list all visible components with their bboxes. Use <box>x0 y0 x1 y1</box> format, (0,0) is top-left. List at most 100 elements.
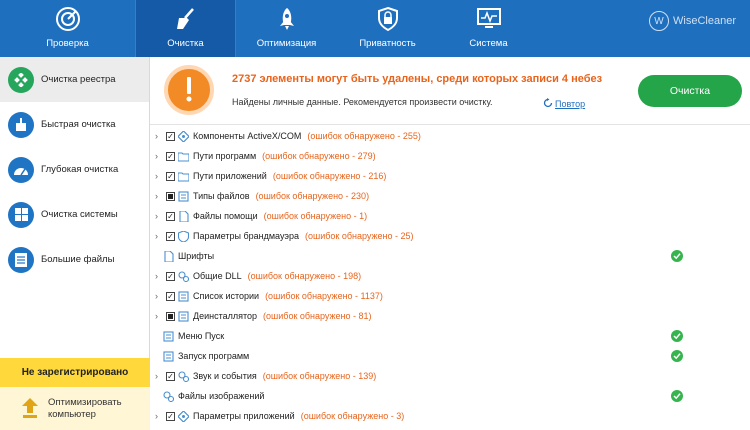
brand-letter: W <box>649 11 670 31</box>
sidebar-item-label: Очистка реестра <box>41 74 116 85</box>
repeat-link[interactable]: Повтор <box>543 98 585 110</box>
tab-optimize[interactable]: Оптимизация <box>236 0 337 57</box>
item-name: Компоненты ActiveX/COM <box>193 131 302 141</box>
item-error-count: (ошибок обнаружено - 216) <box>272 171 387 181</box>
item-name: Общие DLL <box>193 271 242 281</box>
tab-optimize-label: Оптимизация <box>256 38 317 49</box>
tab-scan-label: Проверка <box>46 38 89 49</box>
check-circle-icon <box>671 330 683 342</box>
repeat-label: Повтор <box>555 99 586 109</box>
tab-scan[interactable]: Проверка <box>0 0 135 57</box>
item-error-count: (ошибок обнаружено - 81) <box>263 311 372 321</box>
optimize-line2: компьютер <box>48 408 96 420</box>
item-name: Список истории <box>193 291 260 301</box>
item-name: Деинсталлятор <box>193 311 258 321</box>
sidebar-item-system-clean[interactable]: Очистка системы <box>0 192 149 237</box>
upload-arrow-icon <box>22 397 38 420</box>
optimize-computer-button[interactable]: Оптимизировать компьютер <box>0 387 150 430</box>
item-checkbox[interactable] <box>166 311 175 321</box>
list-item[interactable]: › ✓ Файлы помощи (ошибок обнаружено - 1) <box>150 206 750 226</box>
item-name: Меню Пуск <box>178 331 225 341</box>
list-item[interactable]: › ✓ Пути программ (ошибок обнаружено - 279) <box>150 146 750 166</box>
chevron-right-icon[interactable]: › <box>155 371 165 381</box>
item-error-count: (ошибок обнаружено - 1137) <box>265 291 383 301</box>
item-checkbox[interactable]: ✓ <box>166 231 175 241</box>
chevron-right-icon[interactable]: › <box>155 411 165 421</box>
tab-clean[interactable]: Очистка <box>135 0 236 57</box>
item-checkbox[interactable]: ✓ <box>166 291 175 301</box>
chevron-right-icon[interactable]: › <box>155 231 165 241</box>
list-item[interactable]: Запуск программ <box>150 346 750 366</box>
list-item[interactable]: › ✓ Звук и события (ошибок обнаружено - 139… <box>150 366 750 386</box>
item-checkbox[interactable]: ✓ <box>166 171 175 181</box>
chevron-right-icon[interactable]: › <box>155 171 165 181</box>
alert-subtitle: Найдены личные данные. Рекомендуется про… <box>232 97 493 107</box>
chevron-right-icon[interactable]: › <box>155 211 165 221</box>
list-item[interactable]: › ✓ Список истории (ошибок обнаружено - 113… <box>150 286 750 306</box>
list-item[interactable]: Меню Пуск <box>150 326 750 346</box>
list-item[interactable]: Файлы изображений <box>150 386 750 406</box>
tab-system[interactable]: Система <box>438 0 539 57</box>
item-checkbox[interactable]: ✓ <box>166 151 175 161</box>
check-circle-icon <box>671 250 683 262</box>
item-checkbox[interactable]: ✓ <box>166 211 175 221</box>
sidebar-item-registry[interactable]: Очистка реестра <box>0 57 149 102</box>
sidebar-item-label: Очистка системы <box>41 209 118 220</box>
quick-clean-icon <box>8 111 34 138</box>
refresh-icon <box>543 98 553 110</box>
image-file-icon <box>163 390 174 402</box>
files-icon <box>8 246 34 273</box>
sidebar-item-deep-clean[interactable]: Глубокая очистка <box>0 147 149 192</box>
list-item[interactable]: › ✓ Параметры приложений (ошибок обнаружено… <box>150 406 750 426</box>
app-settings-icon <box>178 410 189 422</box>
check-circle-icon <box>671 350 683 362</box>
chevron-right-icon[interactable]: › <box>155 191 165 201</box>
registry-category-list: › ✓ Компоненты ActiveX/COM (ошибок обнаруже… <box>150 126 750 430</box>
chevron-right-icon[interactable]: › <box>155 151 165 161</box>
sidebar: Очистка реестра Быстрая очистка Глубокая… <box>0 57 150 430</box>
optimize-line1: Оптимизировать <box>48 396 122 408</box>
check-circle-icon <box>671 390 683 402</box>
clean-button[interactable]: Очистка <box>638 75 742 107</box>
item-name: Параметры брандмауэра <box>193 231 299 241</box>
sidebar-item-large-files[interactable]: Большие файлы <box>0 237 149 282</box>
item-name: Шрифты <box>178 251 215 261</box>
uninstaller-icon <box>178 310 189 322</box>
scan-result-panel: 2737 элементы могут быть удалены, среди … <box>150 57 750 125</box>
list-item[interactable]: › ✓ Общие DLL (ошибок обнаружено - 198) <box>150 266 750 286</box>
unregistered-banner[interactable]: Не зарегистрировано <box>0 358 150 387</box>
list-item[interactable]: › ✓ Компоненты ActiveX/COM (ошибок обнаруже… <box>150 126 750 146</box>
sidebar-item-quick-clean[interactable]: Быстрая очистка <box>0 102 149 147</box>
item-checkbox[interactable]: ✓ <box>166 271 175 281</box>
list-item[interactable]: › ✓ Пути приложений (ошибок обнаружено - 21… <box>150 166 750 186</box>
item-checkbox[interactable]: ✓ <box>166 411 175 421</box>
start-menu-icon <box>163 330 174 342</box>
startup-icon <box>163 350 174 362</box>
chevron-right-icon[interactable]: › <box>155 271 165 281</box>
item-checkbox[interactable] <box>166 191 175 201</box>
item-error-count: (ошибок обнаружено - 279) <box>262 151 376 161</box>
chevron-right-icon[interactable]: › <box>155 311 165 321</box>
sound-icon <box>178 370 189 382</box>
brand-logo: W WiseCleaner <box>649 11 736 31</box>
windows-icon <box>8 201 34 228</box>
list-item[interactable]: Шрифты <box>150 246 750 266</box>
chevron-right-icon[interactable]: › <box>155 131 165 141</box>
monitor-icon <box>476 6 502 32</box>
sidebar-item-label: Глубокая очистка <box>41 164 119 175</box>
item-name: Файлы изображений <box>178 391 265 401</box>
tab-system-label: Система <box>469 38 508 49</box>
list-item[interactable]: › Деинсталлятор (ошибок обнаружено - 81) <box>150 306 750 326</box>
item-error-count: (ошибок обнаружено - 3) <box>300 411 405 421</box>
item-error-count: (ошибок обнаружено - 1) <box>263 211 368 221</box>
warning-icon <box>164 65 214 115</box>
item-checkbox[interactable]: ✓ <box>166 371 175 381</box>
chevron-right-icon[interactable]: › <box>155 291 165 301</box>
list-item[interactable]: › ✓ Параметры брандмауэра (ошибок обнаружен… <box>150 226 750 246</box>
item-name: Файлы помощи <box>193 211 258 221</box>
item-checkbox[interactable]: ✓ <box>166 131 175 141</box>
tab-clean-label: Очистка <box>167 38 204 49</box>
item-name: Пути программ <box>193 151 257 161</box>
list-item[interactable]: › Типы файлов (ошибок обнаружено - 230) <box>150 186 750 206</box>
tab-privacy[interactable]: Приватность <box>337 0 438 57</box>
